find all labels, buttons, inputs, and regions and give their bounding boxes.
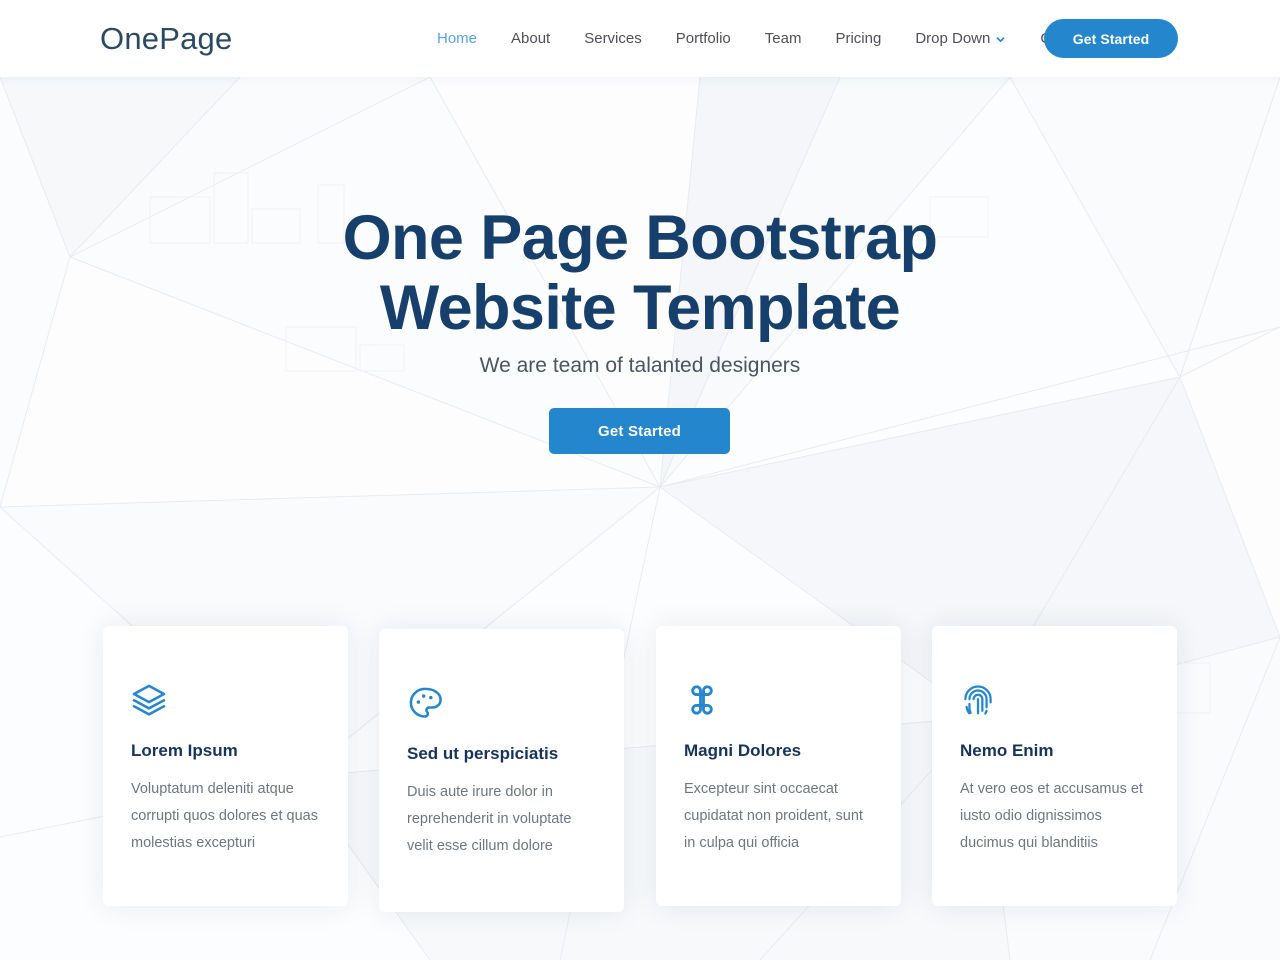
nav-item-label: Drop Down <box>915 30 991 47</box>
nav-item-drop-down[interactable]: Drop Down <box>898 30 1023 47</box>
hero-title-line-2: Website Template <box>379 273 901 343</box>
feature-card-text: Excepteur sint occaecat cupidatat non pr… <box>684 781 863 851</box>
hero-section: One Page Bootstrap Website Template We a… <box>0 77 1280 960</box>
nav-item-services[interactable]: Services <box>567 30 659 47</box>
nav-item-team[interactable]: Team <box>748 30 819 47</box>
feature-card-magni-dolores[interactable]: Magni Dolores Excepteur sint occaecat cu… <box>656 626 901 906</box>
header-get-started-button[interactable]: Get Started <box>1044 19 1178 58</box>
brand-logo[interactable]: OnePage <box>100 20 232 58</box>
nav-item-label: Pricing <box>835 30 882 47</box>
palette-icon <box>407 685 443 721</box>
feature-card-sed-ut-perspiciatis[interactable]: Sed ut perspiciatis Duis aute irure dolo… <box>379 629 624 912</box>
feature-card-title: Sed ut perspiciatis <box>407 744 559 763</box>
nav-item-pricing[interactable]: Pricing <box>818 30 898 47</box>
nav-item-label: Team <box>764 30 802 47</box>
feature-card-title: Magni Dolores <box>684 741 802 760</box>
hero-subtitle: We are team of talanted designers <box>479 354 801 377</box>
feature-card-text: At vero eos et accusamus et iusto odio d… <box>960 781 1143 851</box>
nav-item-label: Services <box>584 30 642 47</box>
feature-card-lorem-ipsum[interactable]: Lorem Ipsum Voluptatum deleniti atque co… <box>103 626 348 906</box>
fingerprint-icon <box>960 682 996 718</box>
hero-get-started-button[interactable]: Get Started <box>549 408 730 454</box>
feature-card-nemo-enim[interactable]: Nemo Enim At vero eos et accusamus et iu… <box>932 626 1177 906</box>
feature-cards: Lorem Ipsum Voluptatum deleniti atque co… <box>0 549 1280 912</box>
nav-item-about[interactable]: About <box>494 30 567 47</box>
nav-item-label: About <box>511 30 551 47</box>
nav-item-portfolio[interactable]: Portfolio <box>659 30 748 47</box>
layers-icon <box>131 682 167 718</box>
command-icon <box>684 682 720 718</box>
feature-card-title: Nemo Enim <box>960 741 1054 760</box>
header-inner: OnePage Home About Services Portfolio Te… <box>0 0 1280 77</box>
nav-item-label: Home <box>437 30 478 47</box>
chevron-down-icon <box>995 34 1006 45</box>
hero-title: One Page Bootstrap Website Template <box>0 203 1280 343</box>
hero-title-line-1: One Page Bootstrap <box>342 203 938 273</box>
feature-card-title: Lorem Ipsum <box>131 741 238 760</box>
site-header: OnePage Home About Services Portfolio Te… <box>0 0 1280 77</box>
main-navigation: Home About Services Portfolio Team Prici… <box>420 0 1109 77</box>
nav-item-home[interactable]: Home <box>420 30 494 47</box>
feature-card-text: Voluptatum deleniti atque corrupti quos … <box>131 781 318 851</box>
nav-item-label: Portfolio <box>675 30 731 47</box>
feature-card-text: Duis aute irure dolor in reprehenderit i… <box>407 784 572 854</box>
